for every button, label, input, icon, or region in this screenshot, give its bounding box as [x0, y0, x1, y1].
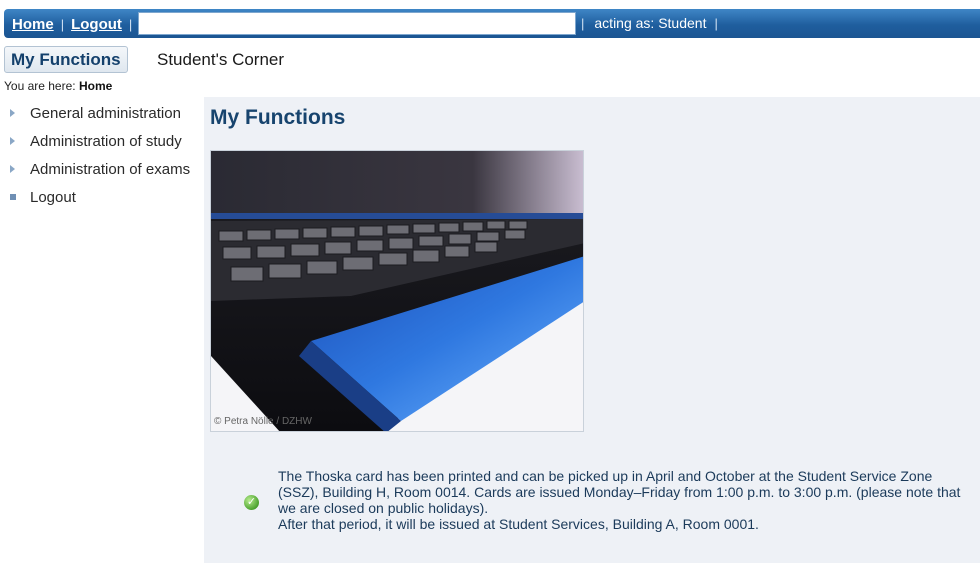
notice-text: The Thoska card has been printed and can…	[278, 468, 968, 532]
role-separator: |	[581, 15, 585, 31]
sidebar-item-administration-of-study[interactable]: Administration of study	[0, 128, 204, 156]
top-bar: Home | Logout | | acting as: Student |	[4, 9, 980, 38]
role-separator: |	[714, 15, 718, 31]
checkmark-icon: ✓	[244, 495, 259, 510]
sidebar-item-label: Logout	[30, 189, 76, 206]
page-title: My Functions	[210, 106, 346, 129]
logout-link-label: Logout	[71, 15, 122, 33]
photo-credit: © Petra Nölle / DZHW	[214, 416, 312, 427]
home-link-label: Home	[12, 15, 54, 33]
main-content: My Functions © Petra Nölle / DZHW ✓ The …	[204, 97, 980, 563]
keyboard-photo: © Petra Nölle / DZHW	[210, 150, 584, 432]
sidebar-item-label: Administration of study	[30, 133, 182, 150]
tab-students-corner[interactable]: Student's Corner	[157, 50, 284, 70]
role-text: acting as: Student	[594, 15, 707, 31]
breadcrumb-current: Home	[78, 79, 113, 93]
square-bullet-icon	[10, 194, 16, 200]
triangle-bullet-icon	[10, 109, 15, 117]
sidebar-item-label: Administration of exams	[30, 161, 191, 178]
notice-line: The Thoska card has been printed and can…	[278, 468, 961, 516]
sidebar-item-logout[interactable]: Logout	[0, 184, 204, 212]
nav-separator: |	[128, 16, 133, 32]
tab-my-functions[interactable]: My Functions	[4, 46, 128, 73]
notice-line: After that period, it will be issued at …	[278, 516, 759, 532]
sidebar-item-label: General administration	[30, 105, 181, 122]
triangle-bullet-icon	[10, 165, 15, 173]
sidebar-item-administration-of-exams[interactable]: Administration of exams	[0, 156, 204, 184]
logout-link[interactable]: Logout	[71, 16, 122, 33]
breadcrumb: You are here: Home	[4, 79, 112, 93]
triangle-bullet-icon	[10, 137, 15, 145]
breadcrumb-prefix: You are here:	[4, 79, 79, 93]
role-indicator: | acting as: Student |	[581, 15, 718, 31]
search-input[interactable]	[138, 12, 576, 35]
top-nav: Home | Logout |	[12, 15, 139, 33]
sidebar-nav: General administration Administration of…	[0, 100, 204, 212]
home-link[interactable]: Home	[12, 16, 54, 33]
keyboard-illustration	[211, 151, 583, 431]
nav-separator: |	[60, 16, 65, 32]
sidebar-item-general-administration[interactable]: General administration	[0, 100, 204, 128]
